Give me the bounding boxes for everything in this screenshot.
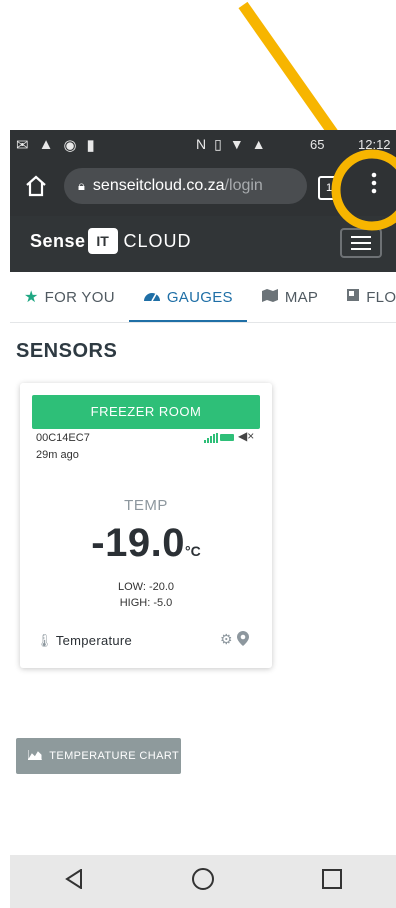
- nfc-icon: N: [196, 136, 207, 152]
- annotation-arrow: [238, 1, 343, 144]
- sensor-name-header[interactable]: FREEZER ROOM: [32, 395, 260, 429]
- address-bar[interactable]: 🔒︎ senseitcloud.co.za/login: [64, 168, 307, 204]
- location-pin-icon[interactable]: [236, 631, 249, 649]
- browser-toolbar: 🔒︎ senseitcloud.co.za/login 1: [10, 160, 396, 216]
- system-icons: N ▯ ▼ ▲: [196, 136, 266, 153]
- clock: 12:12: [358, 137, 391, 152]
- hamburger-line: [351, 248, 371, 250]
- tab-switcher-button[interactable]: 1: [318, 176, 340, 200]
- temperature-chart-button[interactable]: TEMPERATURE CHART: [16, 738, 181, 774]
- reading-value: -19.0: [91, 521, 185, 565]
- area-chart-icon: [27, 750, 49, 762]
- floorplan-icon: [346, 288, 360, 307]
- warning-icon: ▲: [38, 136, 54, 153]
- url-host: senseitcloud.co.za: [92, 177, 225, 194]
- kebab-menu-icon: [371, 172, 377, 194]
- thermometer-icon: 🌡︎: [36, 633, 53, 648]
- signal-strength-icon: [204, 433, 218, 443]
- mail-icon: ✉: [16, 137, 29, 154]
- sd-card-icon: ▮: [86, 137, 95, 154]
- reading-unit: °C: [184, 543, 201, 559]
- section-tabs: ★ FOR YOU GAUGES MAP FLOOR: [10, 272, 396, 323]
- back-button[interactable]: [54, 867, 94, 895]
- speaker-muted-icon: ◀×: [238, 429, 255, 443]
- notification-icons: ✉ ▲ ◉ ▮: [16, 136, 95, 154]
- last-seen: 29m ago: [36, 449, 79, 461]
- battery-percent: 65: [310, 137, 325, 152]
- tab-floor[interactable]: FLOOR: [332, 272, 396, 322]
- app-notification-icon: ◉: [63, 137, 77, 154]
- tab-gauges[interactable]: GAUGES: [128, 272, 247, 322]
- home-button[interactable]: [183, 867, 223, 896]
- tab-for-you[interactable]: ★ FOR YOU: [10, 272, 129, 322]
- android-navigation-bar: [10, 855, 396, 908]
- hamburger-menu-button[interactable]: [340, 228, 382, 258]
- sensor-type-label: Temperature: [55, 633, 133, 648]
- back-triangle-icon: [65, 867, 83, 890]
- recent-apps-button[interactable]: [312, 868, 352, 895]
- settings-gears-icon[interactable]: ⚙: [220, 631, 233, 649]
- tab-label: FOR YOU: [44, 288, 115, 306]
- senseit-logo[interactable]: Sense IT CLOUD: [30, 228, 192, 254]
- low-threshold: LOW: -20.0: [117, 581, 175, 593]
- tab-label: MAP: [284, 288, 319, 306]
- sensor-type: 🌡︎ Temperature: [36, 633, 132, 649]
- hamburger-line: [351, 236, 371, 238]
- signal-icon: ▲: [251, 136, 266, 152]
- wifi-icon: ▼: [229, 136, 244, 152]
- site-header: Sense IT CLOUD: [10, 216, 396, 272]
- vibrate-icon: ▯: [214, 136, 222, 152]
- star-icon: ★: [24, 289, 39, 306]
- high-threshold: HIGH: -5.0: [119, 597, 173, 609]
- reading-label: TEMP: [124, 497, 168, 514]
- reading: -19.0°C: [20, 521, 272, 566]
- logo-it-badge: IT: [87, 228, 118, 254]
- home-circle-icon: [191, 867, 214, 890]
- chart-button-label: TEMPERATURE CHART: [49, 750, 180, 762]
- browser-menu-button[interactable]: [360, 170, 388, 204]
- browser-home-button[interactable]: [24, 174, 50, 200]
- logo-cloud: CLOUD: [123, 230, 192, 251]
- tab-label: GAUGES: [166, 288, 233, 306]
- sensor-card[interactable]: FREEZER ROOM 00C14EC7 29m ago ◀× TEMP -1…: [20, 383, 272, 668]
- gauge-icon: [143, 288, 161, 307]
- home-icon: [26, 175, 46, 197]
- tab-map[interactable]: MAP: [247, 272, 332, 322]
- lock-icon: 🔒︎: [78, 178, 85, 193]
- logo-sense: Sense: [30, 230, 86, 251]
- recent-apps-icon: [321, 868, 342, 889]
- tab-label: FLOOR: [366, 288, 396, 306]
- section-title: SENSORS: [16, 340, 118, 362]
- hamburger-line: [351, 242, 371, 244]
- map-icon: [261, 288, 279, 307]
- device-id: 00C14EC7: [36, 432, 90, 444]
- card-actions: ⚙: [220, 631, 249, 649]
- url-path: /login: [224, 177, 263, 194]
- battery-icon: [220, 434, 234, 441]
- phone-status-bar: ✉ ▲ ◉ ▮ N ▯ ▼ ▲ 65 12:12: [10, 130, 396, 160]
